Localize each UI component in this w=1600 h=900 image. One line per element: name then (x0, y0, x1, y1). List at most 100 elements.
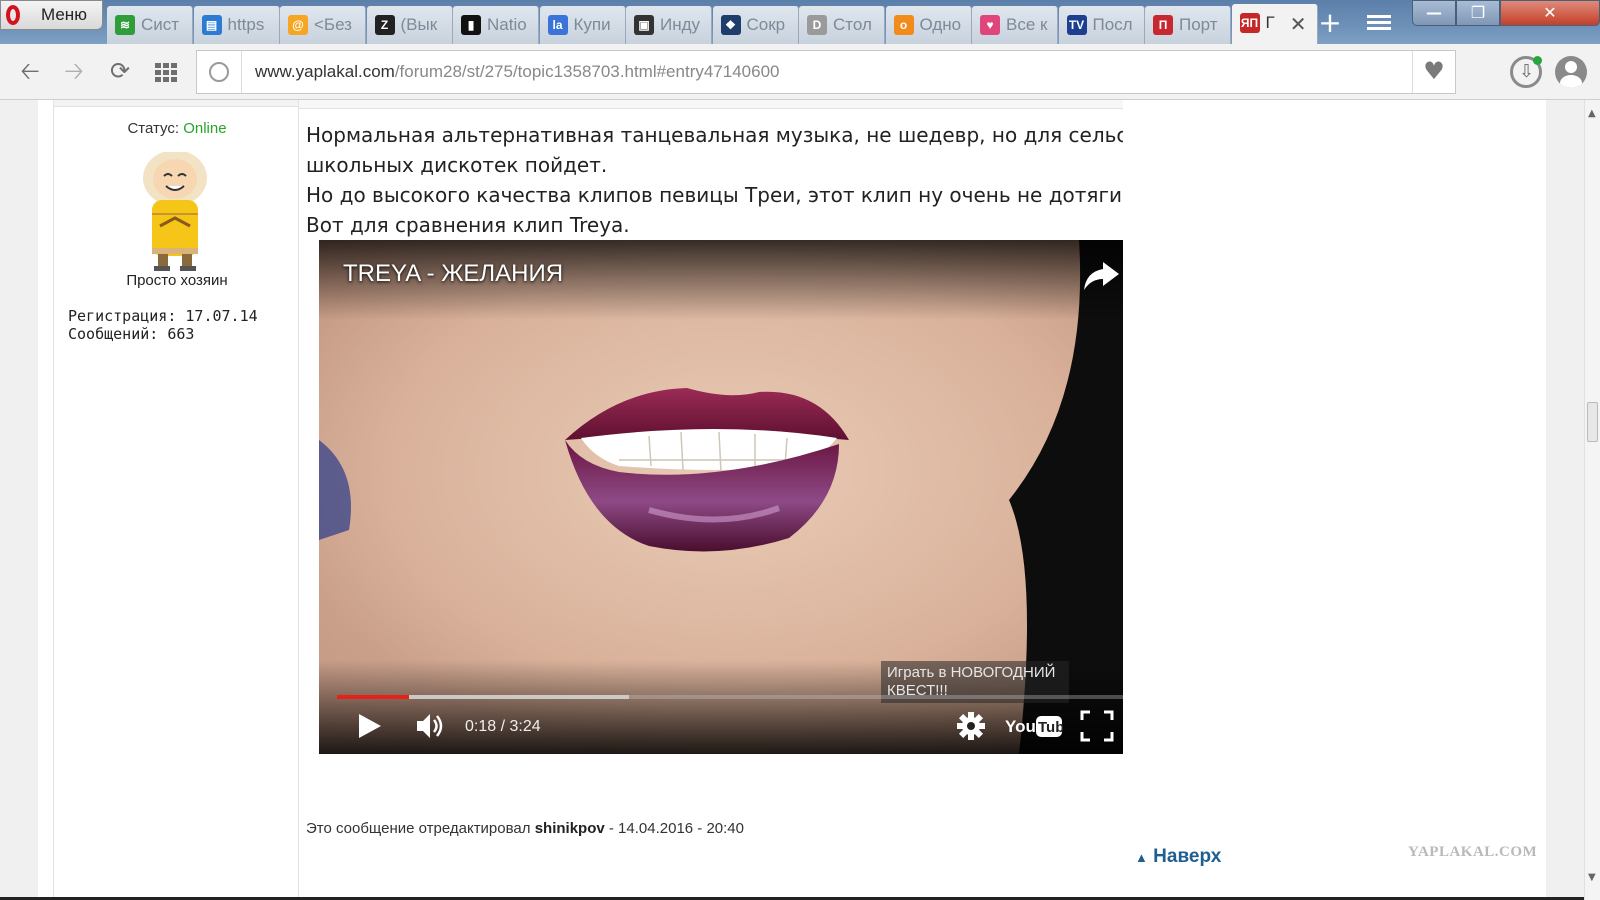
site-watermark: YAPLAKAL.COM (1408, 844, 1538, 860)
browser-tab[interactable]: @ <Без (280, 6, 366, 44)
tab-title: Купи (573, 15, 611, 34)
film-strip-icon: ▣ (634, 15, 654, 35)
address-separator (241, 51, 242, 93)
youtube-logo[interactable]: You Tube (1005, 708, 1063, 744)
edited-user-link[interactable]: shinikpov (535, 820, 605, 837)
scroll-down-icon[interactable]: ▼ (1588, 872, 1596, 883)
browser-tab[interactable]: ❖ Сокр (712, 6, 799, 44)
download-status-dot (1533, 56, 1542, 65)
tab-title: Natio (487, 15, 527, 34)
new-tab-plus-icon[interactable]: + (1316, 9, 1344, 38)
ok-icon: о (893, 15, 914, 35)
post-text-line: Но до высокого качества клипов певицы Тр… (306, 183, 1177, 207)
opera-logo-icon (6, 5, 20, 25)
tv-icon: TV (1066, 15, 1087, 35)
video-title[interactable]: TREYA - ЖЕЛАНИЯ (343, 260, 563, 288)
close-tab-icon[interactable]: ✕ (1290, 12, 1307, 36)
registration-label: Регистрация: (68, 307, 177, 325)
registration-date: 17.07.14 (185, 307, 258, 325)
window-controls: — ❐ ✕ (1412, 0, 1600, 30)
video-time: 0:18 / 3:24 (465, 718, 541, 735)
la-icon: la (547, 15, 568, 35)
minimize-window-button[interactable]: — (1412, 0, 1456, 26)
opera-menu-button[interactable]: Меню (0, 0, 103, 30)
tab-title: Сокр (746, 15, 786, 34)
browser-tab[interactable]: la Купи (539, 6, 626, 44)
tab-active[interactable]: ЯП Г ✕ (1231, 4, 1318, 44)
p-icon: П (1153, 15, 1173, 35)
post-text-line: школьных дискотек пойдет. (306, 153, 608, 177)
messages-count: 663 (167, 325, 195, 343)
browser-tab[interactable]: ♥ Все к (972, 6, 1058, 44)
status-online: Online (183, 120, 227, 137)
film-icon: ▮ (461, 15, 481, 35)
page-icon: ▤ (201, 15, 222, 35)
maximize-icon: ❐ (1470, 3, 1486, 22)
back-to-top-label: Наверх (1153, 846, 1222, 867)
post-side-panel: ▲ Наверх (1123, 100, 1546, 900)
browser-tab[interactable]: ▤ https (193, 6, 280, 44)
back-arrow-icon[interactable]: 🡠 (14, 56, 46, 88)
video-controls: 0:18 / 3:24 You Tub (319, 702, 1143, 754)
video-progress-bar[interactable] (337, 695, 1125, 699)
d-icon: D (807, 15, 827, 35)
speed-dial-grid-icon[interactable] (150, 56, 182, 88)
post-text-line: Вот для сравнения клип Treya. (306, 213, 630, 237)
tab-title: <Без (314, 15, 352, 34)
account-icon[interactable] (1555, 56, 1587, 88)
reload-icon[interactable]: ⟳ (104, 56, 136, 88)
share-icon[interactable] (1081, 258, 1121, 294)
navigation-toolbar: 🡠 🡢 ⟳ www.yaplakal.com/forum28/st/275/to… (0, 44, 1600, 100)
fullscreen-icon[interactable] (1079, 708, 1115, 744)
author-panel: Статус: Online Просто хозяин Регистрация… (53, 100, 299, 900)
bookmark-heart-icon[interactable]: ♥ (1421, 59, 1447, 85)
play-icon[interactable] (355, 708, 385, 744)
reel-icon: ❖ (720, 15, 741, 35)
yaplakal-icon: ЯП (1239, 13, 1260, 33)
user-rank: Просто хозяин (126, 272, 228, 289)
menu-label: Меню (41, 5, 87, 24)
tab-title: Инду (660, 15, 701, 34)
tab-title: Порт (1179, 15, 1218, 34)
maximize-window-button[interactable]: ❐ (1456, 0, 1500, 26)
url-path: /forum28/st/275/topic1358703.html#entry4… (394, 62, 780, 81)
tab-title: Все к (1006, 15, 1048, 34)
scroll-thumb[interactable] (1587, 402, 1598, 442)
minimize-icon: — (1426, 3, 1442, 22)
tab-menu-icon[interactable] (1365, 12, 1393, 34)
tab-title: Сист (141, 15, 180, 34)
forum-post: Статус: Online Просто хозяин Регистрация… (38, 100, 1546, 900)
youtube-video-player[interactable]: TREYA - ЖЕЛАНИЯ Играть в НОВОГОДНИЙ КВЕС… (319, 240, 1143, 754)
address-bar[interactable]: www.yaplakal.com/forum28/st/275/topic135… (196, 50, 1456, 94)
browser-tab[interactable]: TV Посл (1058, 6, 1145, 44)
user-status: Статус: Online (54, 120, 300, 137)
edited-prefix: Это сообщение отредактировал (306, 820, 531, 837)
browser-tab[interactable]: ▮ Natio (453, 6, 539, 44)
browser-tab[interactable]: П Порт (1145, 6, 1231, 44)
post-text-line: Нормальная альтернативная танцевальная м… (306, 123, 1184, 147)
scroll-up-icon[interactable]: ▲ (1588, 108, 1596, 119)
url-text[interactable]: www.yaplakal.com/forum28/st/275/topic135… (255, 62, 780, 82)
close-icon: ✕ (1543, 3, 1557, 22)
settings-gear-icon[interactable] (955, 708, 987, 744)
browser-tab[interactable]: D Стол (799, 6, 885, 44)
tab-title: Стол (833, 15, 872, 34)
downloads-icon[interactable]: ⇩ (1510, 56, 1542, 88)
browser-tab[interactable]: о Одно (885, 6, 972, 44)
browser-tab[interactable]: Z (Вык (366, 6, 453, 44)
youtube-you-text: You (1005, 717, 1036, 736)
post-body: Нормальная альтернативная танцевальная м… (299, 100, 1184, 900)
forward-arrow-icon[interactable]: 🡢 (58, 56, 90, 88)
url-host: www.yaplakal.com (255, 62, 395, 81)
close-window-button[interactable]: ✕ (1500, 0, 1600, 26)
back-to-top-link[interactable]: ▲ Наверх (1135, 846, 1221, 868)
browser-tab[interactable]: ≋ Сист (107, 6, 193, 44)
edited-time: - 14.04.2016 - 20:40 (608, 820, 744, 837)
browser-tab[interactable]: ▣ Инду (626, 6, 712, 44)
avatar[interactable] (140, 152, 210, 272)
volume-icon[interactable] (415, 708, 445, 744)
vertical-scrollbar[interactable]: ▲ ▼ (1584, 100, 1600, 900)
site-info-icon[interactable] (209, 62, 229, 82)
zen-icon: Z (374, 15, 395, 35)
mail-at-icon: @ (288, 15, 308, 35)
